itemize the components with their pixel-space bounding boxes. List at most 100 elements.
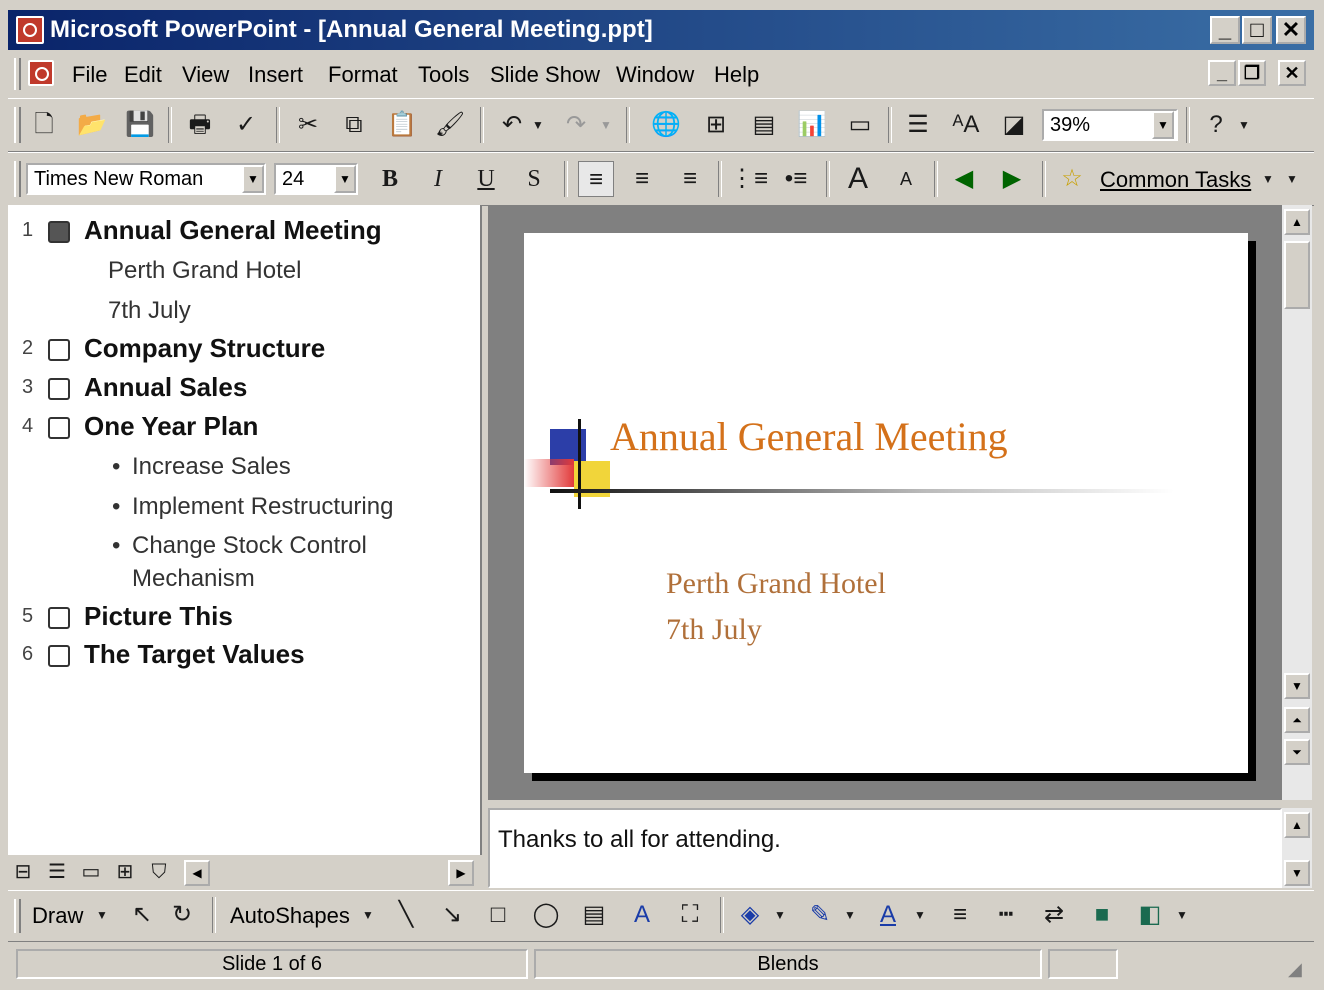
numbering-icon[interactable]: ⋮≡ <box>730 161 768 197</box>
notes-scroll-down-icon[interactable]: ▼ <box>1284 860 1310 886</box>
outline-slide-title[interactable]: Company Structure <box>84 333 325 364</box>
bullets-icon[interactable]: •≡ <box>778 161 814 197</box>
outline-text-line[interactable]: 7th July <box>108 297 191 325</box>
outline-scroll-left-icon[interactable]: ◀ <box>184 860 210 886</box>
help-icon[interactable]: ? <box>1198 107 1234 143</box>
font-combo[interactable]: Times New Roman <box>26 163 266 195</box>
slide-icon[interactable] <box>48 607 70 629</box>
maximize-button[interactable]: □ <box>1242 16 1272 44</box>
autoshapes-dropdown-icon[interactable]: ▼ <box>358 897 378 933</box>
underline-icon[interactable]: U <box>468 161 504 197</box>
line-icon[interactable]: ╲ <box>388 897 424 933</box>
slide-show-icon[interactable]: ⛉ <box>144 854 174 890</box>
slide-sorter-view-icon[interactable]: ⊞ <box>110 854 140 890</box>
slide-canvas[interactable]: Annual General Meeting Perth Grand Hotel… <box>524 233 1248 773</box>
drawing-more-buttons-icon[interactable]: ▼ <box>1172 897 1192 933</box>
outline-slide-title[interactable]: Annual Sales <box>84 372 247 403</box>
font-color-dropdown-icon[interactable]: ▼ <box>910 897 930 933</box>
powerpoint-icon[interactable] <box>16 16 44 44</box>
slide-icon[interactable] <box>48 221 70 243</box>
outline-bullet[interactable]: Increase Sales <box>132 453 291 481</box>
common-tasks-button[interactable]: Common Tasks <box>1100 167 1251 193</box>
outline-scroll-right-icon[interactable]: ▶ <box>448 860 474 886</box>
outline-text-line[interactable]: Perth Grand Hotel <box>108 257 301 285</box>
toolbar-grip[interactable] <box>14 899 21 933</box>
outline-slide-title[interactable]: One Year Plan <box>84 411 258 442</box>
notes-scrollbar[interactable]: ▲ ▼ <box>1282 808 1312 888</box>
align-left-icon[interactable]: ≡ <box>578 161 614 197</box>
save-icon[interactable]: 💾 <box>122 107 158 143</box>
new-slide-icon[interactable]: ▭ <box>842 107 878 143</box>
more-buttons-icon[interactable]: ▼ <box>1234 107 1254 143</box>
shadow-icon[interactable]: S <box>516 161 552 197</box>
rectangle-icon[interactable]: □ <box>480 897 516 933</box>
cut-icon[interactable]: ✂ <box>290 107 326 143</box>
arrow-icon[interactable]: ↘ <box>434 897 470 933</box>
decrease-font-size-icon[interactable]: A <box>888 161 924 197</box>
text-box-icon[interactable]: ▤ <box>576 897 612 933</box>
menu-grip[interactable] <box>14 58 21 90</box>
new-icon[interactable]: 🗋 <box>26 107 62 143</box>
clip-art-icon[interactable]: ⛶ <box>672 897 708 933</box>
doc-close-button[interactable]: ✕ <box>1278 60 1306 86</box>
italic-icon[interactable]: I <box>420 161 456 197</box>
tables-borders-icon[interactable]: ⊞ <box>698 107 734 143</box>
spelling-icon[interactable]: ✓ <box>228 107 264 143</box>
insert-table-icon[interactable]: ▤ <box>746 107 782 143</box>
doc-minimize-button[interactable]: _ <box>1208 60 1236 86</box>
redo-dropdown-icon[interactable]: ▼ <box>596 107 616 143</box>
align-center-icon[interactable]: ≡ <box>624 161 660 197</box>
scroll-thumb[interactable] <box>1284 241 1310 309</box>
demote-icon[interactable]: ▶ <box>994 161 1030 197</box>
slide-icon[interactable] <box>48 378 70 400</box>
resize-grip-icon[interactable]: ◢ <box>1288 959 1302 980</box>
format-painter-icon[interactable]: 🖌 <box>432 107 468 143</box>
menu-insert[interactable]: Insert <box>248 62 303 88</box>
normal-view-icon[interactable]: ⊟ <box>8 854 38 890</box>
expand-all-icon[interactable]: ☰ <box>900 107 936 143</box>
font-color-icon[interactable]: A <box>870 897 906 933</box>
menu-file[interactable]: File <box>72 62 107 88</box>
slide-view-icon[interactable]: ▭ <box>76 854 106 890</box>
undo-dropdown-icon[interactable]: ▼ <box>528 107 548 143</box>
doc-restore-button[interactable]: ❐ <box>1238 60 1266 86</box>
menu-help[interactable]: Help <box>714 62 759 88</box>
scroll-down-icon[interactable]: ▼ <box>1284 673 1310 699</box>
bold-icon[interactable]: B <box>372 161 408 197</box>
arrow-style-icon[interactable]: ⇄ <box>1036 897 1072 933</box>
font-size-dropdown-icon[interactable]: ▼ <box>334 165 356 193</box>
outline-bullet-continued[interactable]: Mechanism <box>132 565 255 593</box>
print-icon[interactable]: 🖶 <box>182 107 218 143</box>
close-button[interactable]: ✕ <box>1276 16 1306 44</box>
align-right-icon[interactable]: ≡ <box>672 161 708 197</box>
oval-icon[interactable]: ◯ <box>528 897 564 933</box>
line-color-icon[interactable]: ✎ <box>802 897 838 933</box>
outline-slide-title[interactable]: Picture This <box>84 601 233 632</box>
previous-slide-icon[interactable]: ⏶ <box>1284 707 1310 733</box>
notes-scroll-up-icon[interactable]: ▲ <box>1284 812 1310 838</box>
slide-icon[interactable] <box>48 645 70 667</box>
3d-style-icon[interactable]: ◧ <box>1132 897 1168 933</box>
notes-text[interactable]: Thanks to all for attending. <box>498 826 781 854</box>
slide-icon[interactable] <box>48 417 70 439</box>
open-icon[interactable]: 📂 <box>74 107 110 143</box>
increase-font-size-icon[interactable]: A <box>840 161 876 197</box>
paste-icon[interactable]: 📋 <box>384 107 420 143</box>
fill-color-icon[interactable]: ◈ <box>732 897 768 933</box>
slide-icon[interactable] <box>48 339 70 361</box>
minimize-button[interactable]: _ <box>1210 16 1240 44</box>
next-slide-icon[interactable]: ⏷ <box>1284 739 1310 765</box>
line-style-icon[interactable]: ≡ <box>942 897 978 933</box>
slide-subtitle-line[interactable]: Perth Grand Hotel <box>666 567 886 601</box>
common-tasks-dropdown-icon[interactable]: ▼ <box>1258 161 1278 197</box>
shadow-style-icon[interactable]: ■ <box>1084 897 1120 933</box>
menu-tools[interactable]: Tools <box>418 62 469 88</box>
grayscale-icon[interactable]: ◪ <box>996 107 1032 143</box>
outline-pane[interactable]: 1 Annual General Meeting Perth Grand Hot… <box>8 205 482 855</box>
zoom-dropdown-icon[interactable]: ▼ <box>1152 111 1174 139</box>
menu-view[interactable]: View <box>182 62 229 88</box>
draw-menu-button[interactable]: Draw <box>32 903 83 929</box>
wordart-icon[interactable]: A <box>624 897 660 933</box>
undo-icon[interactable]: ↶ <box>494 107 530 143</box>
toolbar-grip[interactable] <box>14 107 21 143</box>
